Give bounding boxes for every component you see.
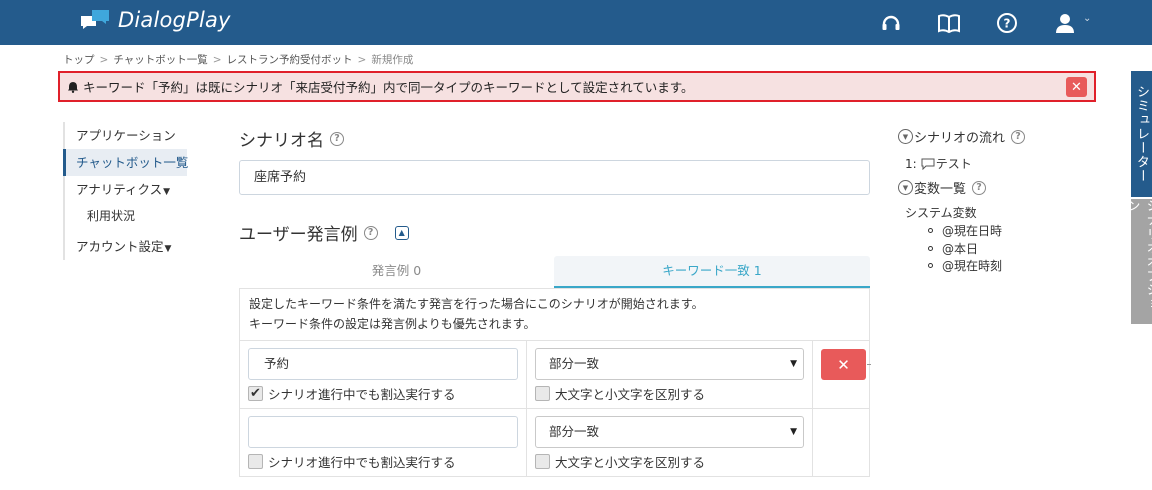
scenario-name-input[interactable]: 座席予約: [239, 160, 870, 195]
section-title: 変数一覧: [914, 182, 967, 197]
section-title: シナリオ名: [239, 131, 324, 151]
checkbox-label: シナリオ進行中でも割込実行する: [268, 387, 456, 402]
case-sensitive-checkbox[interactable]: 大文字と小文字を区別する: [535, 384, 705, 403]
headset-icon[interactable]: [878, 10, 904, 36]
flow-item-label: テスト: [935, 157, 972, 171]
collapse-up-icon[interactable]: ▲: [394, 225, 409, 240]
checkbox-label: シナリオ進行中でも割込実行する: [268, 455, 456, 470]
breadcrumb-separator: >: [212, 54, 222, 66]
breadcrumb-item-top[interactable]: トップ: [63, 54, 95, 66]
nav-item-label: アナリティクス: [76, 182, 163, 197]
side-navigation: アプリケーション チャットボット一覧 アナリティクス▼ 利用状況 アカウント設定…: [63, 122, 189, 260]
dropdown-arrow-icon: ▼: [790, 427, 797, 437]
match-type-select[interactable]: 部分一致 ▼: [535, 348, 804, 380]
description-line: キーワード条件の設定は発言例よりも優先されます。: [249, 317, 536, 331]
nav-item-analytics[interactable]: アナリティクス▼: [63, 176, 187, 203]
keyword-input[interactable]: 予約: [248, 348, 518, 380]
checkbox-label: 大文字と小文字を区別する: [555, 387, 706, 402]
help-icon[interactable]: ?: [363, 225, 378, 240]
column-divider: [526, 341, 527, 409]
utterance-tabs: 発言例 0 キーワード一致 1: [239, 256, 870, 288]
scenario-name-heading: シナリオ名 ?: [239, 126, 344, 151]
interrupt-checkbox[interactable]: シナリオ進行中でも割込実行する: [248, 452, 456, 471]
dropdown-arrow-icon: ▼: [790, 359, 797, 369]
keyword-row: 部分一致 ▼ シナリオ進行中でも割込実行する 大文字と小文字を区別する: [240, 408, 869, 477]
column-divider: [812, 341, 813, 409]
nav-item-account-settings[interactable]: アカウント設定▼: [63, 233, 187, 260]
help-icon[interactable]: ?: [330, 131, 344, 146]
flow-item-number: 1:: [905, 156, 917, 171]
bullet-icon: [928, 246, 933, 251]
nav-item-label: チャットボット一覧: [76, 155, 189, 170]
variables-heading[interactable]: ▼ 変数一覧 ?: [898, 178, 987, 197]
section-title: ユーザー発言例: [239, 225, 358, 245]
column-divider: [526, 409, 527, 477]
speech-bubble-icon: [921, 158, 935, 170]
simulator-tab[interactable]: シミュレーター: [1131, 71, 1152, 197]
chevron-down-circle-icon[interactable]: ▼: [898, 180, 913, 195]
checkmark-icon[interactable]: ✔: [248, 386, 263, 401]
help-circle-icon[interactable]: ?: [994, 10, 1020, 36]
user-icon[interactable]: [1052, 10, 1078, 36]
flow-item[interactable]: 1: テスト: [905, 155, 972, 172]
scenario-options-tab[interactable]: シナリオオプション: [1125, 199, 1152, 324]
nav-item-usage[interactable]: 利用状況: [63, 203, 187, 230]
nav-item-chatbots[interactable]: チャットボット一覧: [63, 149, 189, 176]
checkbox-box[interactable]: [535, 386, 550, 401]
tab-keyword-match[interactable]: キーワード一致 1: [554, 256, 870, 288]
match-type-value: 部分一致: [549, 424, 600, 439]
delete-keyword-button[interactable]: ✕: [821, 349, 866, 380]
column-divider: [812, 409, 813, 477]
match-type-value: 部分一致: [549, 356, 600, 371]
section-title: シナリオの流れ: [914, 131, 1006, 146]
keyword-panel: 設定したキーワード条件を満たす発言を行った場合にこのシナリオが開始されます。 キ…: [239, 288, 871, 477]
keyword-input[interactable]: [248, 416, 518, 448]
caret-down-icon: ▼: [163, 187, 171, 197]
tab-utterance-examples[interactable]: 発言例 0: [239, 256, 554, 288]
button-edge-mark: [867, 364, 871, 365]
nav-item-label: アカウント設定: [76, 239, 164, 254]
checkbox-label: 大文字と小文字を区別する: [555, 455, 706, 470]
description-line: 設定したキーワード条件を満たす発言を行った場合にこのシナリオが開始されます。: [249, 297, 704, 311]
scenario-flow-heading[interactable]: ▼ シナリオの流れ ?: [898, 127, 1026, 146]
app-name: DialogPlay: [118, 8, 231, 32]
variable-item: @現在時刻: [942, 259, 1003, 273]
svg-text:?: ?: [1004, 17, 1011, 31]
bell-icon: [68, 81, 78, 93]
interrupt-checkbox[interactable]: ✔ シナリオ進行中でも割込実行する: [248, 384, 456, 403]
checkbox-box[interactable]: [248, 454, 263, 469]
caret-down-icon: ▼: [164, 244, 172, 254]
help-icon[interactable]: ?: [972, 180, 987, 195]
bullet-icon: [928, 263, 933, 268]
chat-bubbles-icon: [81, 10, 109, 29]
variable-item: @本日: [942, 242, 979, 256]
bullet-icon: [928, 228, 933, 233]
nav-item-applications[interactable]: アプリケーション: [63, 122, 187, 149]
chevron-down-circle-icon[interactable]: ▼: [898, 129, 913, 144]
case-sensitive-checkbox[interactable]: 大文字と小文字を区別する: [535, 452, 705, 471]
system-variables-title: システム変数: [905, 206, 977, 220]
user-utterance-heading: ユーザー発言例 ? ▲: [239, 220, 409, 245]
nav-item-label: 利用状況: [87, 209, 136, 223]
checkbox-box[interactable]: [535, 454, 550, 469]
keyword-description: 設定したキーワード条件を満たす発言を行った場合にこのシナリオが開始されます。 キ…: [249, 294, 704, 334]
keyword-row: 予約 部分一致 ▼ ✔ シナリオ進行中でも割込実行する 大文字と小文字を区別する…: [240, 340, 871, 409]
book-icon[interactable]: [936, 10, 962, 36]
nav-item-label: アプリケーション: [76, 128, 176, 143]
alert-close-button[interactable]: ✕: [1066, 77, 1087, 97]
scenario-editor: シナリオ名 ? 座席予約 ユーザー発言例 ? ▲ 発言例 0 キーワード一致 1…: [239, 0, 871, 490]
match-type-select[interactable]: 部分一致 ▼: [535, 416, 804, 448]
variable-item: @現在日時: [942, 224, 1003, 238]
help-icon[interactable]: ?: [1011, 129, 1026, 144]
breadcrumb-item-chatbots[interactable]: チャットボット一覧: [113, 54, 207, 66]
breadcrumb-separator: >: [99, 54, 109, 66]
app-logo[interactable]: DialogPlay: [80, 8, 231, 32]
chevron-down-icon[interactable]: ⌄: [1083, 13, 1091, 24]
